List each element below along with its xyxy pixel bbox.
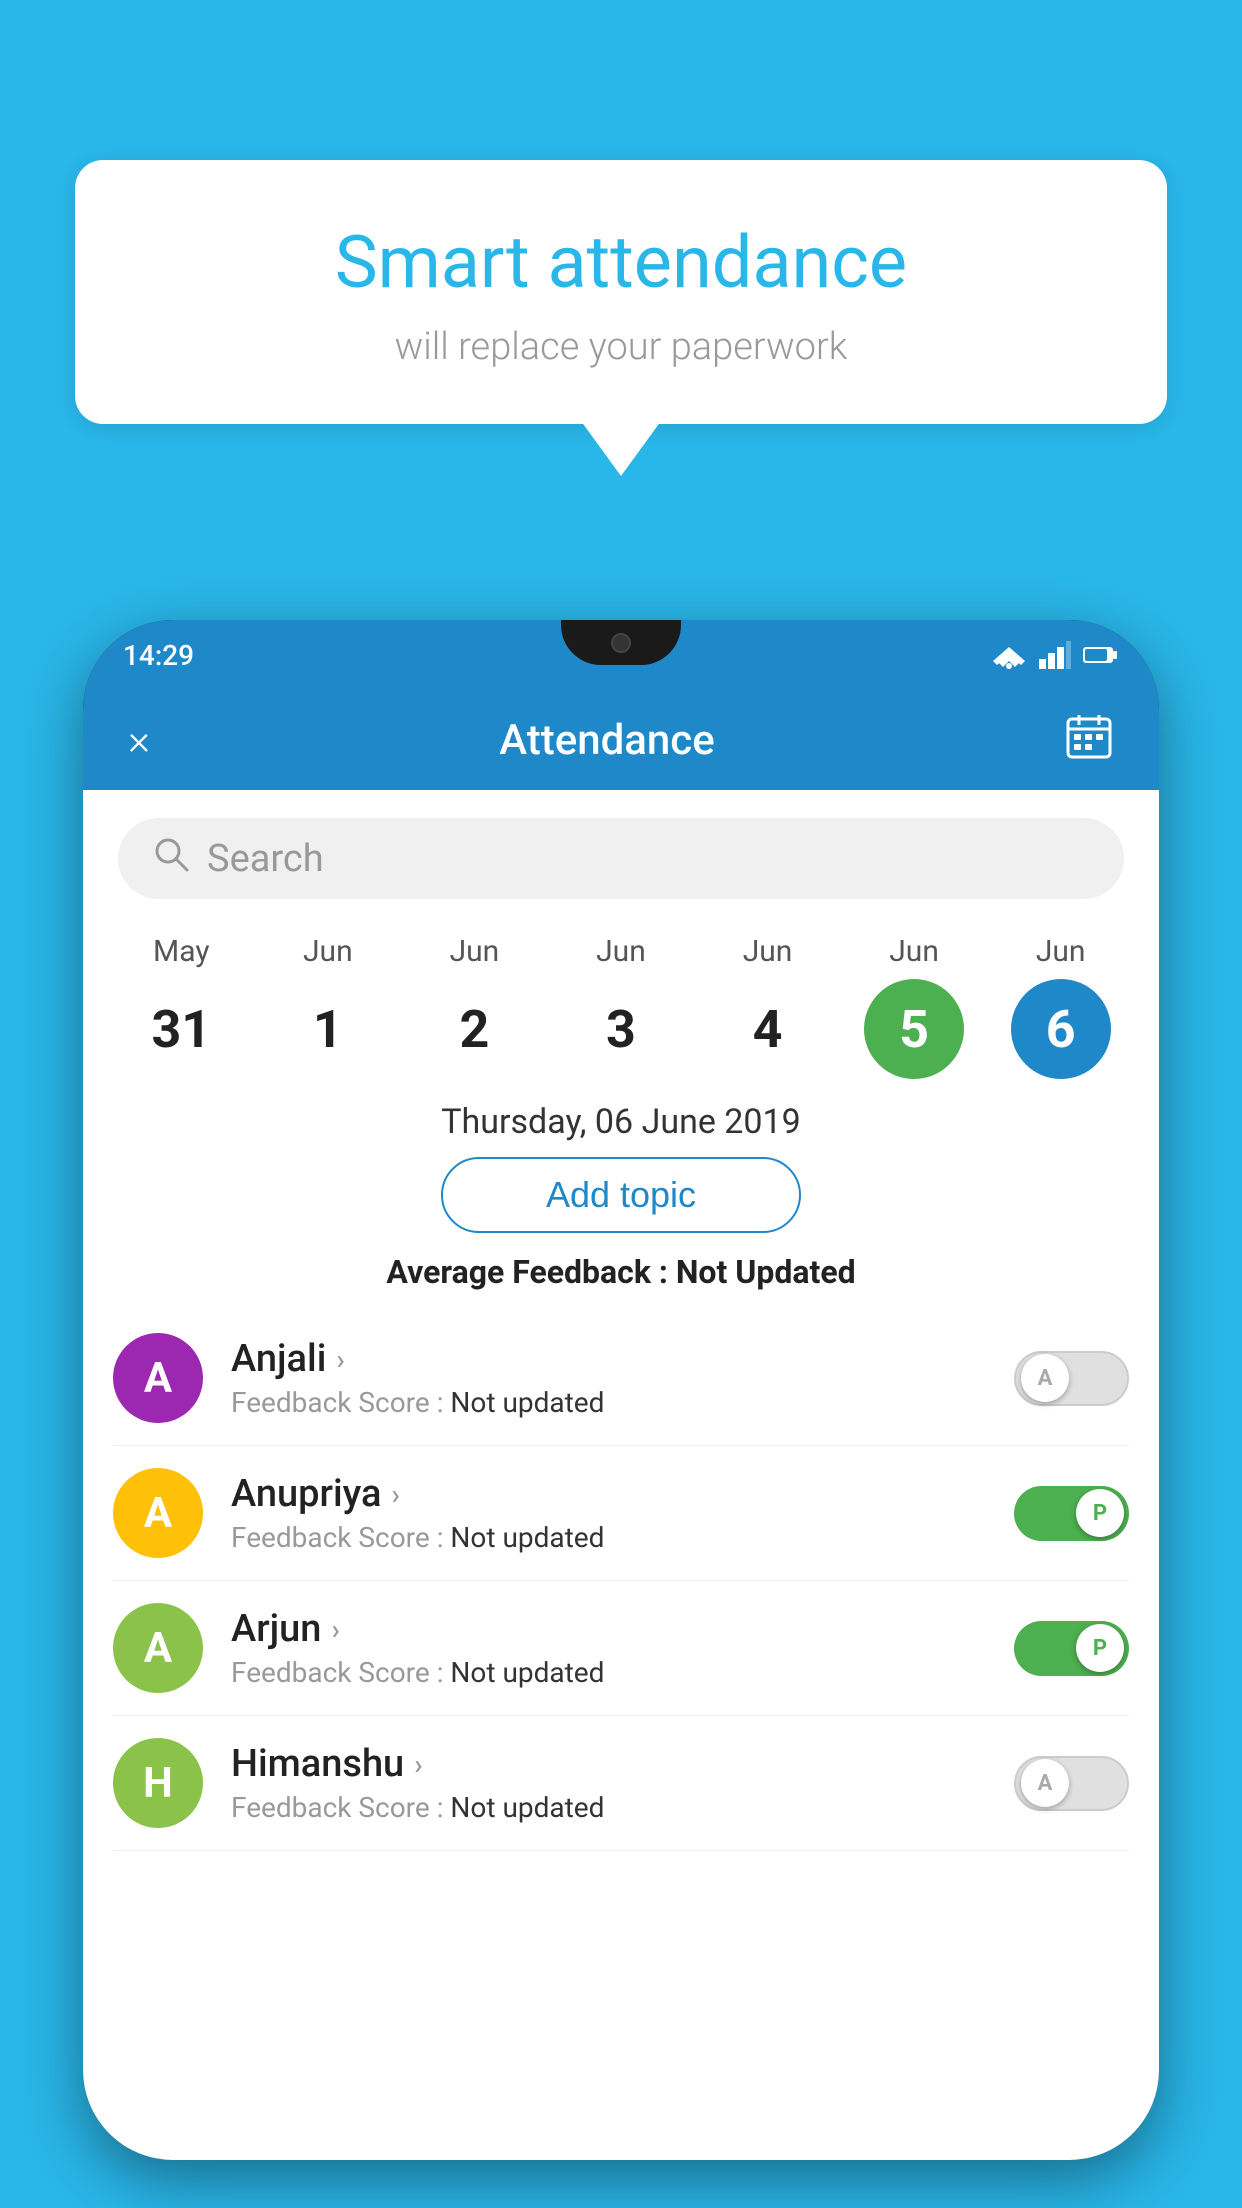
toggle-knob-0: A — [1021, 1354, 1069, 1402]
speech-bubble: Smart attendance will replace your paper… — [75, 160, 1167, 424]
search-bar[interactable]: Search — [118, 818, 1124, 899]
speech-subtitle: will replace your paperwork — [125, 325, 1117, 369]
toggle-knob-2: P — [1076, 1624, 1124, 1672]
student-name-1: Anupriya › — [231, 1472, 1014, 1516]
status-icons — [991, 641, 1119, 669]
calendar-row: May 31 Jun 1 Jun 2 Jun 3 Jun 4 Jun 5 Jun 6 — [83, 919, 1159, 1084]
student-info-3: Himanshu › Feedback Score : Not updated — [231, 1742, 1014, 1824]
cal-day-5[interactable]: 5 — [864, 979, 964, 1079]
cal-month-4: Jun — [743, 934, 793, 969]
cal-col-1[interactable]: Jun 1 — [268, 934, 388, 1079]
student-item-2[interactable]: A Arjun › Feedback Score : Not updated P — [113, 1581, 1129, 1716]
battery-icon — [1083, 645, 1119, 665]
cal-month-0: May — [153, 934, 209, 969]
cal-day-1[interactable]: 1 — [278, 979, 378, 1079]
wifi-icon — [991, 641, 1027, 669]
student-list: AAnjali ›Feedback Score : Not updatedAAA… — [83, 1311, 1159, 1851]
toggle-0[interactable]: A — [1014, 1351, 1129, 1406]
close-button[interactable]: × — [128, 716, 150, 765]
phone-screen: Search May 31 Jun 1 Jun 2 Jun 3 Jun 4 Jun 5 Jun 6 Thu… — [83, 790, 1159, 2160]
chevron-icon-3: › — [414, 1748, 422, 1781]
cal-month-5: Jun — [889, 934, 939, 969]
student-avatar-3: H — [113, 1738, 203, 1828]
student-name-0: Anjali › — [231, 1337, 1014, 1381]
cal-col-5[interactable]: Jun 5 — [854, 934, 974, 1079]
add-topic-button[interactable]: Add topic — [441, 1157, 801, 1233]
phone-frame: 14:29 — [83, 620, 1159, 2160]
header-title: Attendance — [499, 716, 714, 765]
toggle-knob-1: P — [1076, 1489, 1124, 1537]
avg-feedback-label: Average Feedback : — [386, 1253, 668, 1291]
student-score-1: Feedback Score : Not updated — [231, 1521, 1014, 1554]
student-info-0: Anjali › Feedback Score : Not updated — [231, 1337, 1014, 1419]
toggle-knob-3: A — [1021, 1759, 1069, 1807]
student-score-3: Feedback Score : Not updated — [231, 1791, 1014, 1824]
cal-month-3: Jun — [596, 934, 646, 969]
cal-day-6[interactable]: 6 — [1011, 979, 1111, 1079]
student-name-3: Himanshu › — [231, 1742, 1014, 1786]
speech-title: Smart attendance — [125, 220, 1117, 305]
student-score-0: Feedback Score : Not updated — [231, 1386, 1014, 1419]
student-name-2: Arjun › — [231, 1607, 1014, 1651]
chevron-icon-1: › — [391, 1478, 399, 1511]
student-info-2: Arjun › Feedback Score : Not updated — [231, 1607, 1014, 1689]
cal-month-6: Jun — [1036, 934, 1086, 969]
cal-col-2[interactable]: Jun 2 — [414, 934, 534, 1079]
student-item-1[interactable]: A Anupriya › Feedback Score : Not updated P — [113, 1446, 1129, 1581]
cal-day-3[interactable]: 3 — [571, 979, 671, 1079]
student-avatar-1: A — [113, 1468, 203, 1558]
cal-day-0[interactable]: 31 — [131, 979, 231, 1079]
student-score-2: Feedback Score : Not updated — [231, 1656, 1014, 1689]
search-placeholder: Search — [207, 837, 324, 881]
cal-col-6[interactable]: Jun 6 — [1001, 934, 1121, 1079]
avg-feedback: Average Feedback : Not Updated — [83, 1253, 1159, 1291]
avg-feedback-value: Not Updated — [676, 1253, 856, 1291]
toggle-1[interactable]: P — [1014, 1486, 1129, 1541]
toggle-3[interactable]: A — [1014, 1756, 1129, 1811]
cal-col-3[interactable]: Jun 3 — [561, 934, 681, 1079]
app-header: × Attendance — [83, 690, 1159, 790]
status-bar: 14:29 — [83, 620, 1159, 690]
student-avatar-2: A — [113, 1603, 203, 1693]
calendar-icon[interactable] — [1064, 711, 1114, 770]
notch — [561, 620, 681, 665]
cal-col-4[interactable]: Jun 4 — [708, 934, 828, 1079]
cal-col-0[interactable]: May 31 — [121, 934, 241, 1079]
toggle-2[interactable]: P — [1014, 1621, 1129, 1676]
student-item-0[interactable]: AAnjali ›Feedback Score : Not updatedA — [113, 1311, 1129, 1446]
chevron-icon-2: › — [331, 1613, 339, 1646]
signal-icon — [1039, 641, 1071, 669]
speech-bubble-container: Smart attendance will replace your paper… — [75, 160, 1167, 424]
cal-month-2: Jun — [450, 934, 500, 969]
cal-month-1: Jun — [303, 934, 353, 969]
status-time: 14:29 — [123, 639, 194, 672]
chevron-icon-0: › — [336, 1343, 344, 1376]
student-item-3[interactable]: H Himanshu › Feedback Score : Not updatedA — [113, 1716, 1129, 1851]
camera-dot — [611, 633, 631, 653]
search-icon — [153, 836, 189, 881]
cal-day-2[interactable]: 2 — [424, 979, 524, 1079]
cal-day-4[interactable]: 4 — [718, 979, 818, 1079]
student-info-1: Anupriya › Feedback Score : Not updated — [231, 1472, 1014, 1554]
selected-date-label: Thursday, 06 June 2019 — [83, 1102, 1159, 1142]
student-avatar-0: A — [113, 1333, 203, 1423]
